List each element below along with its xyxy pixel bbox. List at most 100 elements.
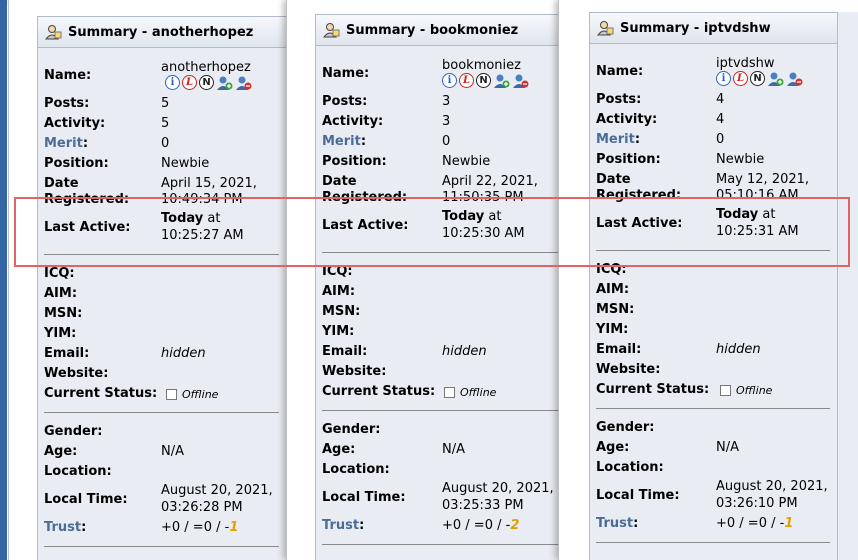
trust-label: Trust: xyxy=(322,518,364,533)
email-label: Email: xyxy=(596,342,642,357)
posts-label: Posts: xyxy=(596,92,642,107)
info-icon[interactable]: i xyxy=(716,71,731,86)
merit-link[interactable]: Merit xyxy=(322,134,361,149)
msn-label: MSN: xyxy=(596,302,635,317)
status-text: Offline xyxy=(182,388,219,401)
last-active-label: Last Active: xyxy=(44,220,131,235)
info-icon[interactable]: i xyxy=(165,75,180,90)
merit-value: 0 xyxy=(442,134,451,149)
status-text: Offline xyxy=(736,384,773,397)
trust-value: +0 / =0 / -1 xyxy=(161,520,238,536)
merit-value: 0 xyxy=(161,136,170,151)
registered-date: April 22, 2021, xyxy=(442,174,538,189)
info-icon[interactable]: i xyxy=(442,73,457,88)
last-active-day-line: Today at xyxy=(716,207,775,223)
position-value: Newbie xyxy=(442,154,491,169)
position-label: Position: xyxy=(322,154,387,169)
registered-time: 05:10:16 AM xyxy=(716,188,799,203)
email-label: Email: xyxy=(44,346,90,361)
divider xyxy=(596,408,830,409)
location-label: Location: xyxy=(44,464,112,479)
merit-link[interactable]: Merit xyxy=(44,136,83,151)
ignore-icon[interactable]: L xyxy=(182,75,197,90)
last-active-day: Today xyxy=(442,209,485,224)
email-hidden: hidden xyxy=(161,346,206,361)
aim-label: AIM: xyxy=(44,286,78,301)
profile-window-2: Summary - bookmoniez Name: bookmoniez i … xyxy=(286,0,560,560)
merit-link[interactable]: Merit xyxy=(596,132,635,147)
posts-value: 5 xyxy=(161,96,170,111)
local-date: August 20, 2021, xyxy=(442,481,554,496)
remove-buddy-icon[interactable] xyxy=(512,73,529,89)
activity-label: Activity: xyxy=(596,112,658,127)
divider xyxy=(44,254,279,255)
profile-window-1: Summary - anotherhopez Name: anotherhope… xyxy=(8,0,288,560)
posts-label: Posts: xyxy=(44,96,90,111)
date-registered-label-2: Registered: xyxy=(44,192,130,207)
ignore-icon[interactable]: L xyxy=(733,71,748,86)
email-value: hidden xyxy=(442,344,487,360)
checkbox-icon xyxy=(166,389,177,400)
username: iptvdshw xyxy=(716,56,775,71)
next-panel-edge xyxy=(837,12,858,560)
local-time-label: Local Time: xyxy=(596,488,680,503)
trust-link[interactable]: Trust xyxy=(44,520,81,535)
panel-header: Summary - iptvdshw xyxy=(590,13,838,44)
yim-label: YIM: xyxy=(596,322,629,337)
remove-buddy-icon[interactable] xyxy=(786,71,803,87)
activity-value: 3 xyxy=(442,114,451,129)
panel-title: Summary - anotherhopez xyxy=(68,24,254,40)
add-buddy-icon[interactable] xyxy=(216,75,233,91)
divider xyxy=(44,412,279,413)
checkbox-icon xyxy=(720,385,731,396)
activity-label: Activity: xyxy=(44,116,106,131)
activity-value: 4 xyxy=(716,112,725,127)
age-value: N/A xyxy=(442,442,465,457)
merit-label: Merit: xyxy=(322,134,366,149)
notify-icon[interactable]: N xyxy=(476,73,491,88)
activity-value: 5 xyxy=(161,116,170,131)
trust-link[interactable]: Trust xyxy=(322,518,359,533)
trust-colon: : xyxy=(81,520,87,535)
activity-label: Activity: xyxy=(322,114,384,129)
current-status-label: Current Status: xyxy=(322,384,436,399)
msn-label: MSN: xyxy=(322,304,361,319)
add-buddy-icon[interactable] xyxy=(767,71,784,87)
divider xyxy=(322,410,559,411)
aim-label: AIM: xyxy=(596,282,630,297)
local-time: 03:26:28 PM xyxy=(161,500,243,515)
local-time: 03:25:33 PM xyxy=(442,498,524,513)
status-value: Offline xyxy=(444,385,496,401)
trust-link[interactable]: Trust xyxy=(596,516,633,531)
icq-label: ICQ: xyxy=(322,264,353,279)
merit-colon: : xyxy=(360,134,367,149)
trust-colon: : xyxy=(359,518,365,533)
position-label: Position: xyxy=(44,156,109,171)
local-date: August 20, 2021, xyxy=(716,479,828,494)
registered-date: May 12, 2021, xyxy=(716,172,810,187)
ignore-icon[interactable]: L xyxy=(459,73,474,88)
email-hidden: hidden xyxy=(442,344,487,359)
posts-value: 4 xyxy=(716,92,725,107)
position-label: Position: xyxy=(596,152,661,167)
divider xyxy=(44,546,279,547)
user-icon xyxy=(44,25,62,40)
notify-icon[interactable]: N xyxy=(199,75,214,90)
icq-label: ICQ: xyxy=(44,266,75,281)
trust-label: Trust: xyxy=(44,520,86,535)
remove-buddy-icon[interactable] xyxy=(235,75,252,91)
name-label: Name: xyxy=(44,68,92,83)
add-buddy-icon[interactable] xyxy=(493,73,510,89)
merit-label: Merit: xyxy=(596,132,640,147)
trust-value: +0 / =0 / -1 xyxy=(716,516,793,532)
name-label: Name: xyxy=(596,64,644,79)
notify-icon[interactable]: N xyxy=(750,71,765,86)
current-status-label: Current Status: xyxy=(44,386,158,401)
website-label: Website: xyxy=(596,362,661,377)
date-registered-label-1: Date xyxy=(44,176,79,191)
action-icons: i L N xyxy=(716,71,803,87)
last-active-day-line: Today at xyxy=(161,211,220,227)
aim-label: AIM: xyxy=(322,284,356,299)
merit-colon: : xyxy=(82,136,89,151)
desktop-edge xyxy=(0,0,7,560)
